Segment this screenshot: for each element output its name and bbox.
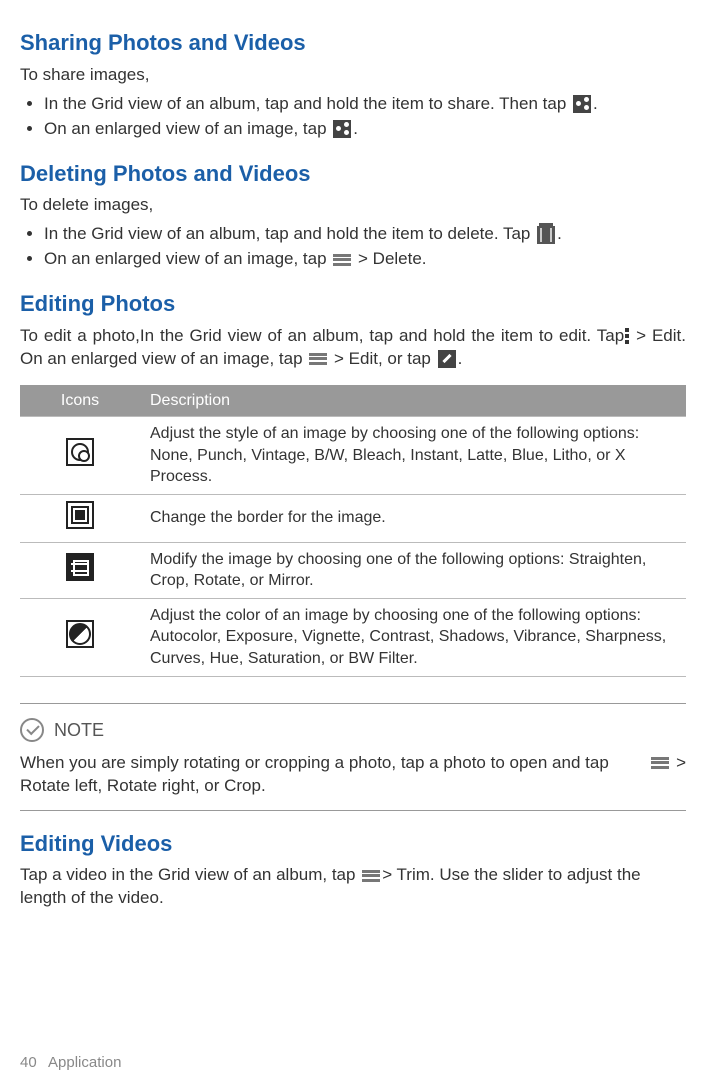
th-description: Description: [140, 385, 686, 417]
list-item: On an enlarged view of an image, tap .: [44, 118, 686, 141]
sharing-intro: To share images,: [20, 64, 686, 87]
note-header: NOTE: [20, 718, 686, 742]
text: Rotate left, Rotate right, or Crop.: [20, 776, 266, 795]
cell-desc: Change the border for the image.: [140, 494, 686, 542]
page-footer: 40 Application: [20, 1053, 121, 1073]
text: In the Grid view of an album, tap and ho…: [44, 94, 571, 113]
text: To edit a photo,In the Grid view of an a…: [20, 326, 624, 345]
heading-editing-videos: Editing Videos: [20, 829, 686, 859]
text: .: [353, 119, 358, 138]
heading-sharing: Sharing Photos and Videos: [20, 28, 686, 58]
list-item: In the Grid view of an album, tap and ho…: [44, 93, 686, 116]
section-name: Application: [48, 1054, 121, 1071]
table-row: Modify the image by choosing one of the …: [20, 542, 686, 598]
table-row: Change the border for the image.: [20, 494, 686, 542]
text: On an enlarged view of an image, tap: [44, 249, 331, 268]
text: > Edit, or tap: [329, 349, 435, 368]
menu-icon: [333, 254, 351, 266]
cell-icon: [20, 542, 140, 598]
deleting-list: In the Grid view of an album, tap and ho…: [20, 223, 686, 271]
heading-editing-photos: Editing Photos: [20, 289, 686, 319]
cell-desc: Adjust the style of an image by choosing…: [140, 417, 686, 495]
menu-icon: [651, 757, 669, 769]
text: .: [593, 94, 598, 113]
share-icon: [573, 95, 591, 113]
note-menu-marker: >: [649, 752, 686, 775]
editing-videos-para: Tap a video in the Grid view of an album…: [20, 864, 686, 910]
cell-icon: [20, 494, 140, 542]
th-icons: Icons: [20, 385, 140, 417]
pencil-icon: [438, 350, 456, 368]
cell-desc: Modify the image by choosing one of the …: [140, 542, 686, 598]
text: In the Grid view of an album, tap and ho…: [44, 224, 535, 243]
menu-icon: [309, 353, 327, 365]
check-circle-icon: [20, 718, 44, 742]
cell-icon: [20, 598, 140, 676]
trash-icon: [537, 226, 555, 244]
text: .: [458, 349, 463, 368]
icons-table: Icons Description Adjust the style of an…: [20, 385, 686, 677]
heading-deleting: Deleting Photos and Videos: [20, 159, 686, 189]
text: .: [557, 224, 562, 243]
page-number: 40: [20, 1054, 37, 1071]
menu-icon: [362, 870, 380, 882]
text: > Delete.: [353, 249, 426, 268]
cell-icon: [20, 417, 140, 495]
list-item: On an enlarged view of an image, tap > D…: [44, 248, 686, 271]
border-icon: [66, 501, 94, 529]
crop-icon: [66, 553, 94, 581]
editing-photos-para: To edit a photo,In the Grid view of an a…: [20, 325, 686, 371]
style-icon: [66, 438, 94, 466]
note-label: NOTE: [54, 718, 104, 742]
more-icon: [624, 328, 630, 344]
note-body: > When you are simply rotating or croppi…: [20, 752, 686, 798]
deleting-intro: To delete images,: [20, 194, 686, 217]
text: On an enlarged view of an image, tap: [44, 119, 331, 138]
table-row: Adjust the style of an image by choosing…: [20, 417, 686, 495]
text: >: [671, 753, 686, 772]
share-icon: [333, 120, 351, 138]
text: Tap a video in the Grid view of an album…: [20, 865, 355, 884]
note-box: NOTE > When you are simply rotating or c…: [20, 703, 686, 811]
cell-desc: Adjust the color of an image by choosing…: [140, 598, 686, 676]
color-adjust-icon: [66, 620, 94, 648]
list-item: In the Grid view of an album, tap and ho…: [44, 223, 686, 246]
table-row: Adjust the color of an image by choosing…: [20, 598, 686, 676]
sharing-list: In the Grid view of an album, tap and ho…: [20, 93, 686, 141]
text: When you are simply rotating or cropping…: [20, 753, 609, 772]
